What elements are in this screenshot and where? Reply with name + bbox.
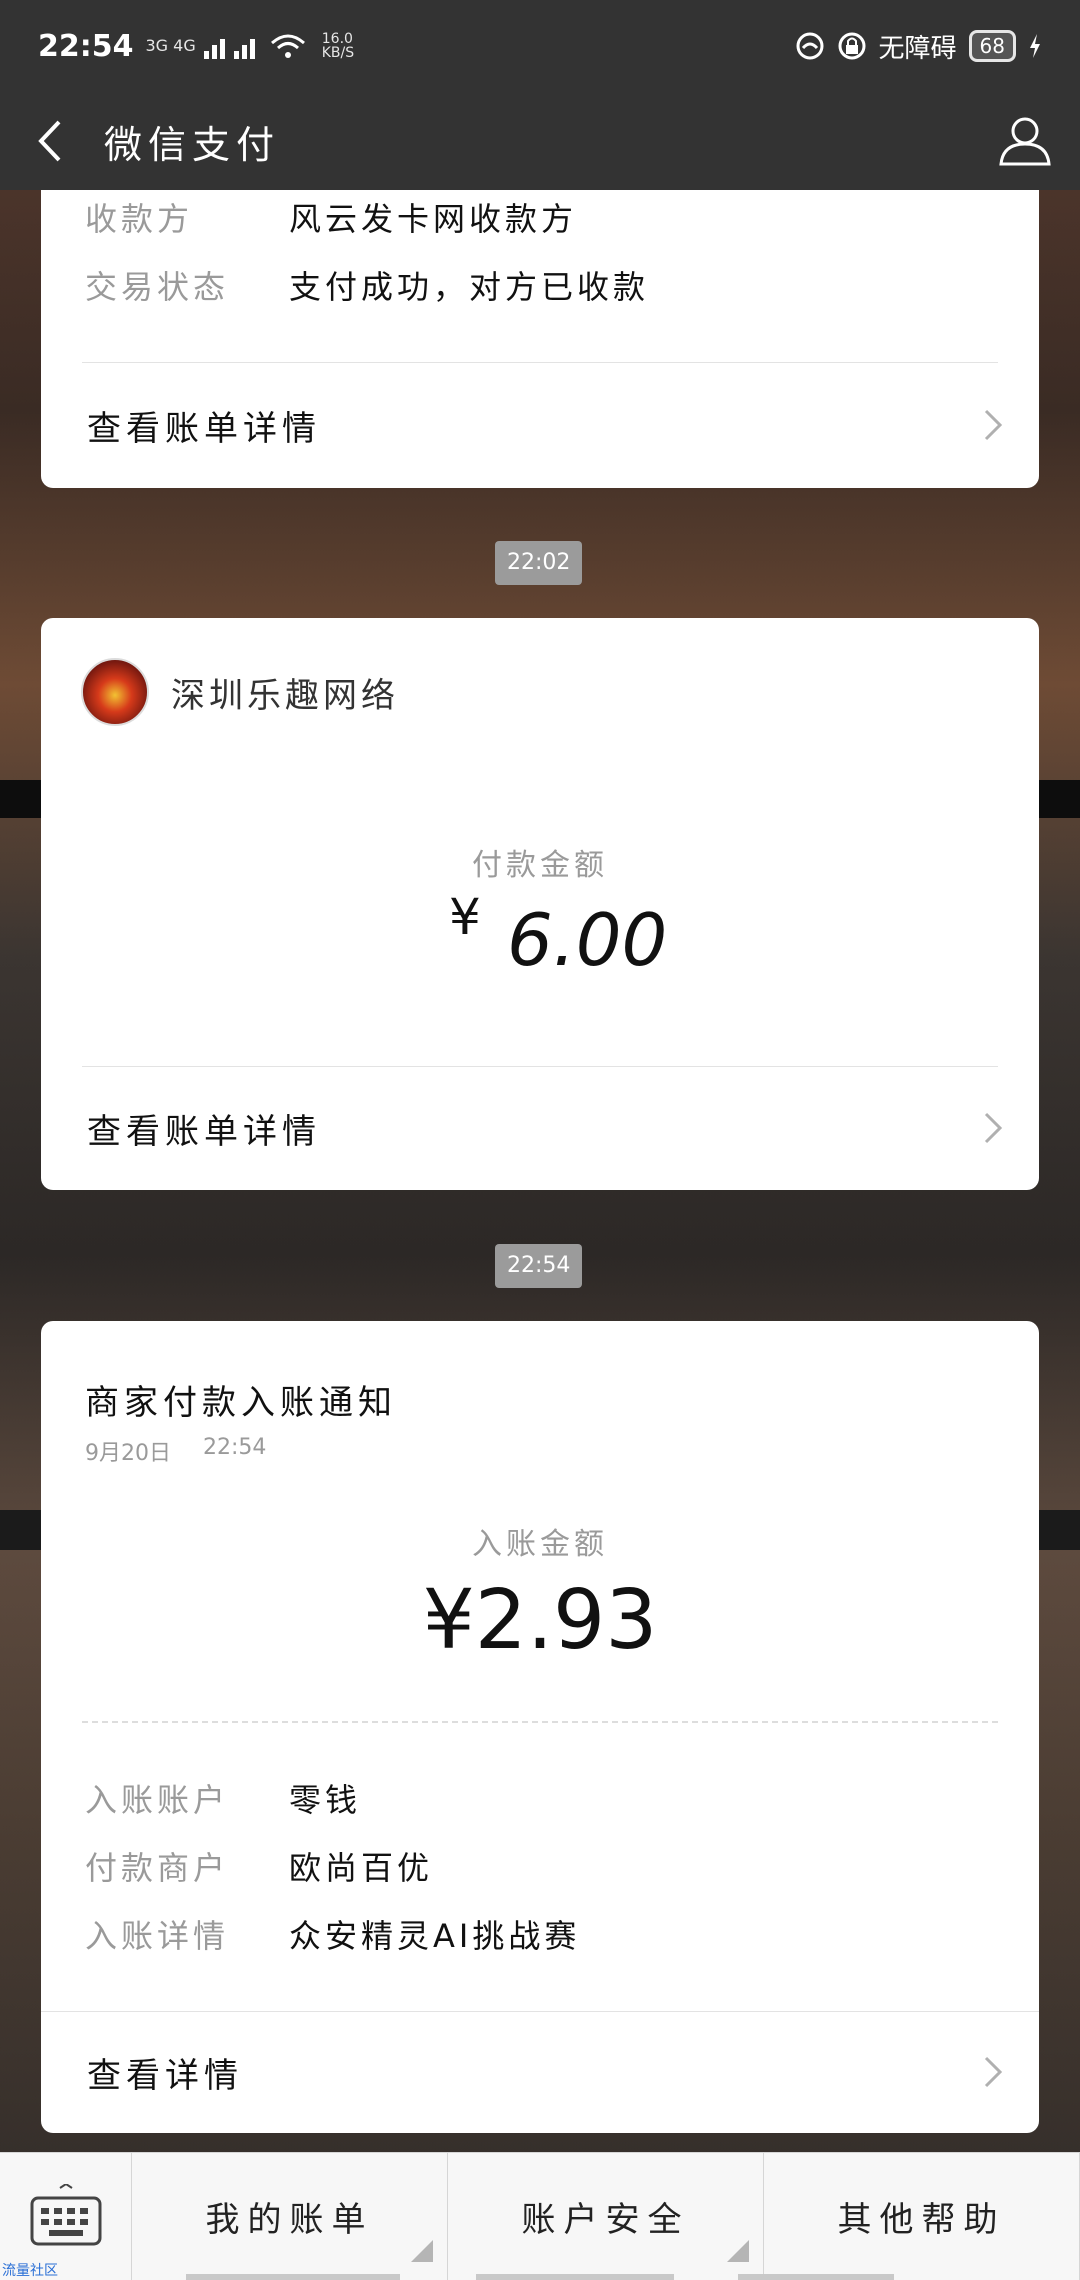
lock-icon — [838, 32, 866, 60]
detail-value: 众安精灵AI挑战赛 — [289, 1917, 581, 1955]
bottom-menu-bar: 我的账单 账户安全 其他帮助 — [0, 2152, 1080, 2280]
detail-row: 付款商户 欧尚百优 — [41, 1843, 433, 1889]
detail-value: 欧尚百优 — [289, 1849, 434, 1887]
detail-row: 交易状态 支付成功，对方已收款 — [41, 262, 649, 308]
page-title: 微信支付 — [104, 122, 281, 167]
income-amount: ¥2.93 — [422, 1573, 658, 1668]
amount-label: 入账金额 — [472, 1527, 608, 1562]
menu-other-help[interactable]: 其他帮助 — [764, 2153, 1080, 2280]
battery-indicator: 68 — [968, 30, 1016, 62]
chevron-right-icon — [984, 2056, 1003, 2088]
currency-symbol: ¥ — [449, 888, 481, 946]
wifi-icon — [270, 34, 305, 58]
menu-my-bills[interactable]: 我的账单 — [132, 2153, 448, 2280]
income-notification-card: 商家付款入账通知 9月20日 22:54 入账金额 ¥2.93 入账账户 零钱 … — [41, 1321, 1039, 2133]
keyboard-icon — [30, 2184, 101, 2246]
detail-key: 交易状态 — [85, 268, 230, 306]
user-icon — [999, 117, 1051, 166]
link-label: 查看账单详情 — [87, 1111, 321, 1152]
detail-key: 收款方 — [85, 200, 194, 238]
notification-title: 商家付款入账通知 — [85, 1383, 397, 1423]
merchant-name: 深圳乐趣网络 — [171, 676, 399, 716]
notification-date: 9月20日 — [85, 1441, 171, 1466]
payment-amount: 6.00 — [507, 898, 668, 982]
scroll-indicator — [186, 2274, 400, 2280]
chevron-left-icon — [38, 120, 61, 162]
back-button[interactable] — [0, 92, 100, 190]
detail-value: 风云发卡网收款方 — [289, 200, 578, 238]
menu-label: 我的账单 — [205, 2200, 374, 2240]
chevron-right-icon — [984, 409, 1003, 441]
detail-row: 入账账户 零钱 — [41, 1775, 361, 1821]
amount-label: 付款金额 — [472, 848, 608, 883]
eye-comfort-icon — [796, 32, 824, 60]
submenu-indicator-icon — [411, 2240, 433, 2262]
payment-card: 深圳乐趣网络 付款金额 ¥ 6.00 查看账单详情 — [41, 618, 1039, 1190]
detail-key: 付款商户 — [85, 1849, 230, 1887]
detail-value: 零钱 — [289, 1781, 362, 1819]
network-indicator: 3G 4G — [145, 36, 196, 55]
nav-bar: 微信支付 — [0, 92, 1080, 190]
signal-icon — [203, 39, 255, 59]
scroll-indicator — [738, 2274, 894, 2280]
status-bar: 22:54 3G 4G 16.0 KB/S 无障碍 68 — [0, 0, 1080, 92]
watermark-text: 流量社区 — [2, 2263, 58, 2279]
link-label: 查看账单详情 — [87, 408, 321, 449]
dashed-divider — [82, 1721, 998, 1723]
detail-key: 入账详情 — [85, 1917, 230, 1955]
merchant-avatar — [81, 658, 149, 726]
chevron-right-icon — [984, 1112, 1003, 1144]
submenu-indicator-icon — [727, 2240, 749, 2262]
view-details-link[interactable]: 查看详情 — [41, 2012, 1039, 2132]
notification-time: 22:54 — [203, 1435, 267, 1460]
status-time: 22:54 — [38, 28, 134, 64]
network-speed: 16.0 KB/S — [321, 31, 355, 61]
profile-button[interactable] — [970, 92, 1080, 190]
view-bill-details-link[interactable]: 查看账单详情 — [41, 1067, 1039, 1189]
accessibility-label: 无障碍 — [878, 33, 957, 64]
view-bill-details-link[interactable]: 查看账单详情 — [41, 363, 1039, 487]
detail-value: 支付成功，对方已收款 — [289, 268, 650, 306]
payment-card: 收款方 风云发卡网收款方 交易状态 支付成功，对方已收款 查看账单详情 — [41, 190, 1039, 488]
menu-label: 其他帮助 — [837, 2200, 1006, 2240]
timestamp-badge: 22:54 — [495, 1244, 583, 1288]
menu-label: 账户安全 — [521, 2200, 690, 2240]
detail-row: 收款方 风云发卡网收款方 — [41, 194, 577, 240]
link-label: 查看详情 — [87, 2055, 243, 2096]
scroll-indicator — [476, 2274, 674, 2280]
menu-account-security[interactable]: 账户安全 — [448, 2153, 764, 2280]
detail-key: 入账账户 — [85, 1781, 230, 1819]
detail-row: 入账详情 众安精灵AI挑战赛 — [41, 1911, 580, 1957]
timestamp-badge: 22:02 — [495, 541, 583, 585]
charging-icon — [1030, 34, 1040, 58]
